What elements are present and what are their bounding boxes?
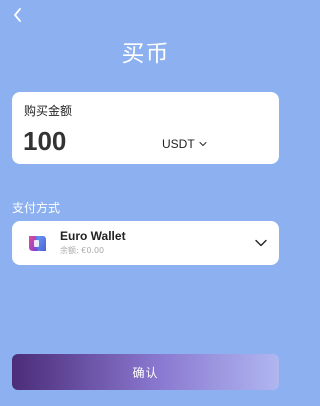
chevron-down-icon — [255, 239, 267, 247]
purchase-amount-label: 购买金额 — [24, 104, 73, 118]
back-button[interactable] — [11, 7, 25, 23]
confirm-button[interactable]: 确认 — [12, 354, 279, 390]
chevron-left-icon — [14, 8, 21, 22]
purchase-amount-value[interactable]: 100 — [23, 126, 66, 157]
currency-select[interactable]: USDT — [162, 137, 207, 151]
payment-method-select[interactable]: Euro Wallet 余额: €0.00 — [12, 221, 279, 265]
chevron-down-icon — [199, 141, 207, 147]
euro-wallet-logo-icon — [29, 236, 46, 251]
page-title: 买币 — [121, 41, 170, 67]
wallet-balance: 余额: €0.00 — [60, 246, 105, 255]
payment-method-label: 支付方式 — [12, 201, 61, 215]
purchase-amount-card: 购买金额 100 USDT — [12, 92, 279, 164]
currency-label: USDT — [162, 137, 195, 151]
wallet-name: Euro Wallet — [60, 229, 126, 243]
